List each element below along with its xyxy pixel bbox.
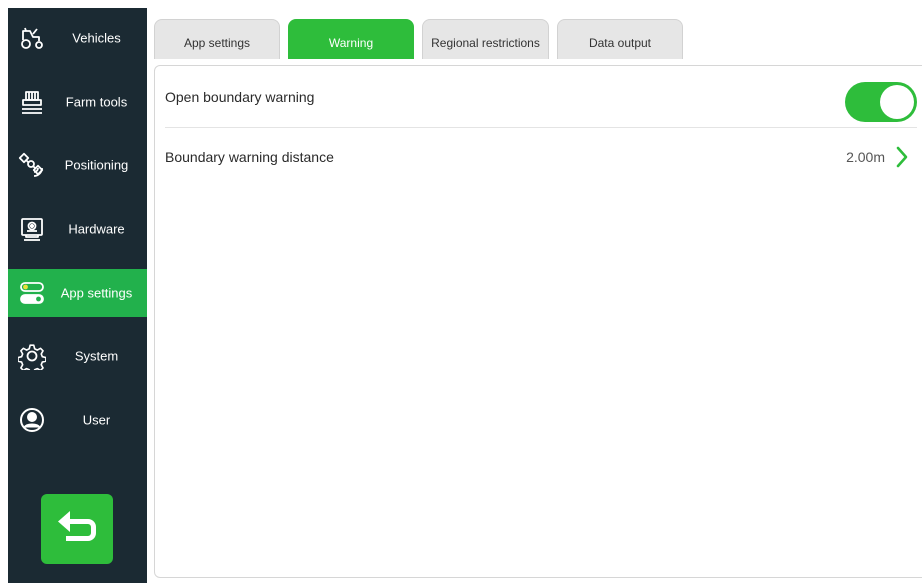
sidebar-item-label: Positioning [64,157,129,173]
tab-app-settings[interactable]: App settings [154,19,280,59]
boundary-warning-distance-label: Boundary warning distance [165,149,334,165]
tractor-icon [18,24,46,52]
user-icon [18,406,46,434]
tab-data-output[interactable]: Data output [557,19,683,59]
hardware-icon [18,215,46,243]
sidebar-item-user[interactable]: User [8,396,147,444]
chevron-right-icon [896,146,908,168]
sidebar-item-label: App settings [60,285,133,301]
satellite-icon [18,151,46,179]
boundary-warning-distance-row[interactable]: Boundary warning distance 2.00m [165,128,917,186]
back-arrow-icon [58,511,96,541]
sidebar-item-label: Vehicles [72,30,121,46]
sidebar-item-farm-tools[interactable]: Farm tools [8,78,147,126]
sidebar-item-system[interactable]: System [8,332,147,380]
sidebar-item-app-settings[interactable]: App settings [8,269,147,317]
toggles-icon [18,279,46,307]
boundary-warning-distance-value: 2.00m [846,149,885,165]
sidebar-item-label: Hardware [68,221,125,237]
sidebar-item-label: User [82,412,111,428]
sidebar-item-positioning[interactable]: Positioning [8,141,147,189]
gear-icon [18,342,46,370]
sidebar-item-vehicles[interactable]: Vehicles [8,14,147,62]
farm-tool-icon [18,88,46,116]
tab-bar: App settings Warning Regional restrictio… [154,19,922,59]
open-boundary-warning-toggle[interactable] [845,82,917,122]
tab-warning[interactable]: Warning [288,19,414,59]
left-margin [0,0,8,583]
tab-regional-restrictions[interactable]: Regional restrictions [422,19,549,59]
open-boundary-warning-row: Open boundary warning [165,66,917,128]
sidebar-item-hardware[interactable]: Hardware [8,205,147,253]
back-button[interactable] [41,494,113,564]
sidebar: Vehicles Farm tools Positioning Hardware… [8,8,147,583]
sidebar-item-label: Farm tools [65,94,128,110]
open-boundary-warning-label: Open boundary warning [165,88,315,105]
toggle-knob [880,85,914,119]
warning-settings-panel: Open boundary warning Boundary warning d… [154,65,922,578]
sidebar-item-label: System [74,348,119,364]
